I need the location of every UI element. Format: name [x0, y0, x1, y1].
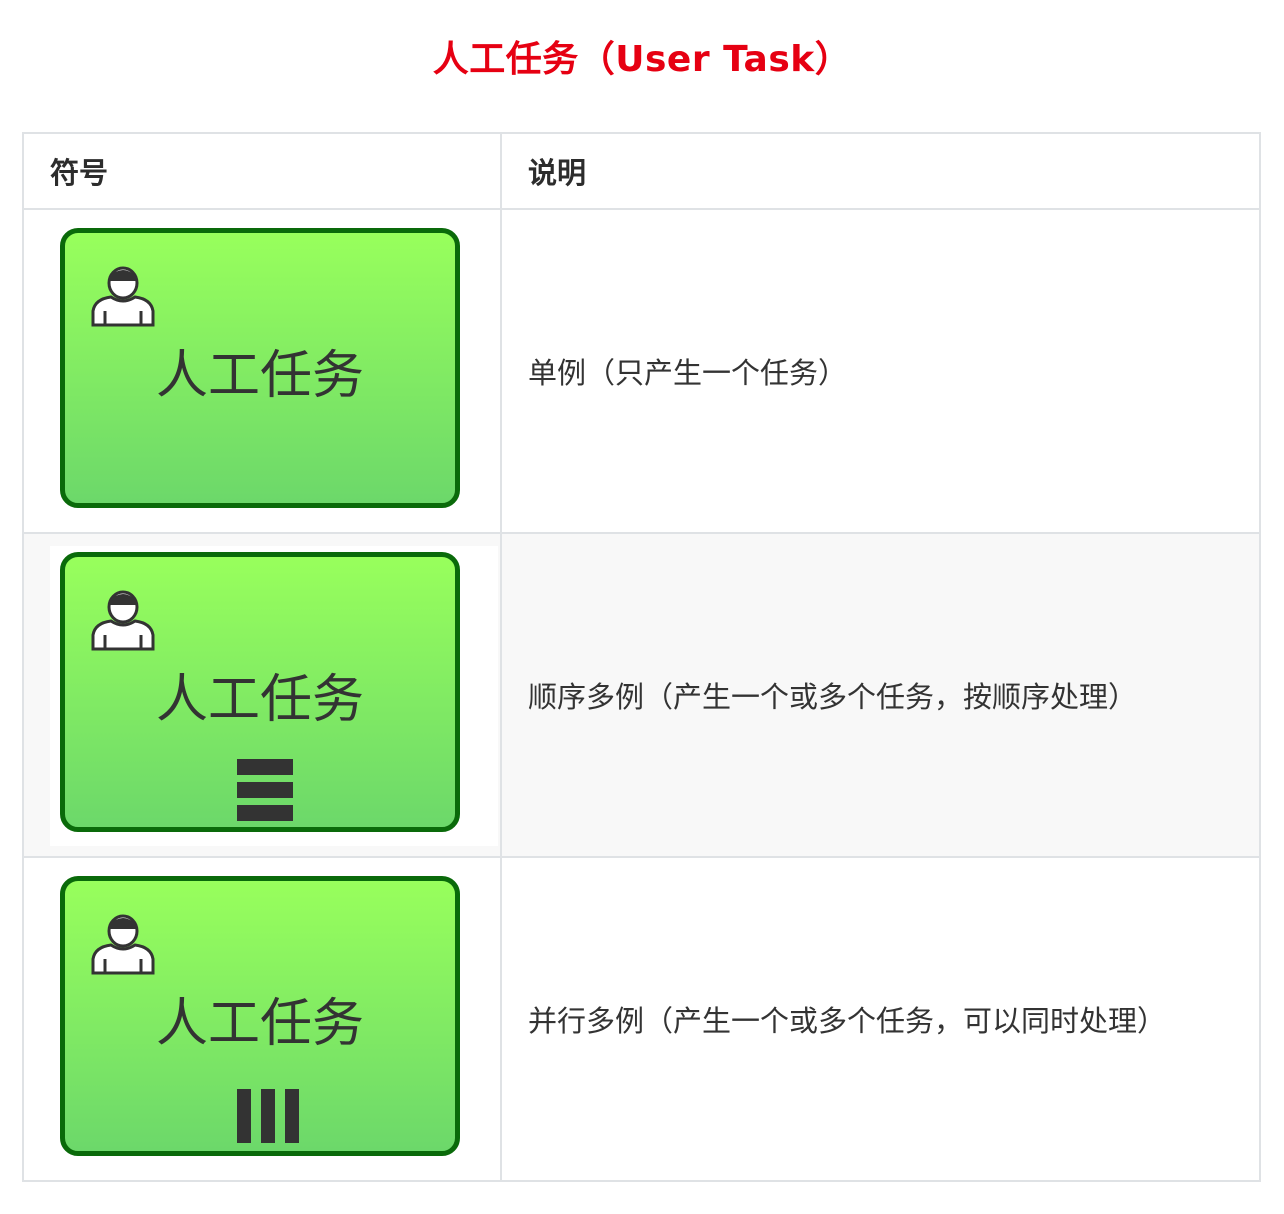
- page-title: 人工任务（User Task）: [432, 39, 852, 80]
- table-row: 人工任务 顺序多例（产生一个或多个任务，按顺序处理）: [22, 532, 1261, 858]
- column-header-description: 说明: [500, 132, 1261, 210]
- user-task-table: 符号 说明 人工任务 单例（只产生一个任务） 人工任务 顺序多例（产生一个或多个…: [22, 132, 1261, 1182]
- symbol-cell: 人工任务: [22, 856, 502, 1182]
- user-icon: [91, 590, 155, 651]
- parallel-marker-icon: [237, 1089, 299, 1143]
- symbol-cell: 人工任务: [22, 208, 502, 534]
- user-icon: [91, 914, 155, 975]
- sequential-marker-icon: [237, 759, 293, 821]
- column-header-symbol: 符号: [22, 132, 502, 210]
- user-task-shape-single: 人工任务: [60, 228, 460, 508]
- symbol-cell: 人工任务: [22, 532, 502, 858]
- user-task-shape-parallel: 人工任务: [60, 876, 460, 1156]
- table-row: 人工任务 并行多例（产生一个或多个任务，可以同时处理）: [22, 856, 1261, 1182]
- description-cell: 并行多例（产生一个或多个任务，可以同时处理）: [500, 856, 1261, 1182]
- table-row: 人工任务 单例（只产生一个任务）: [22, 208, 1261, 534]
- user-icon: [91, 266, 155, 327]
- table-header-row: 符号 说明: [22, 132, 1261, 210]
- task-shape-label: 人工任务: [155, 346, 364, 406]
- description-cell: 顺序多例（产生一个或多个任务，按顺序处理）: [500, 532, 1261, 858]
- user-task-shape-sequential: 人工任务: [60, 552, 460, 832]
- task-shape-label: 人工任务: [155, 670, 364, 730]
- description-cell: 单例（只产生一个任务）: [500, 208, 1261, 534]
- task-shape-label: 人工任务: [155, 994, 364, 1054]
